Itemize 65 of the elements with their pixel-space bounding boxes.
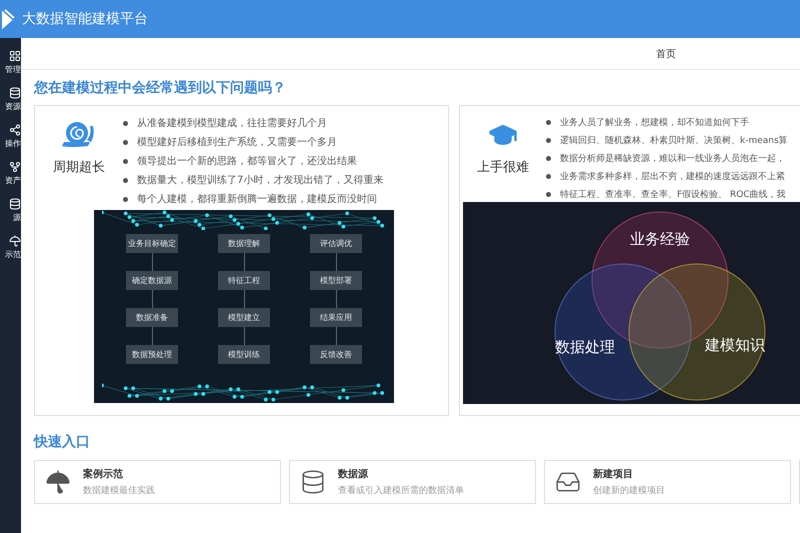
entry-title: 数据源 [338,468,369,481]
problem-text: 业务需求多种多样，层出不穷，建模的速度远远跟不上紧 [560,170,785,183]
quick-entry-card[interactable]: 新建项目 创建新的建模项目 [544,460,791,504]
problem-text: 每个人建模，都得重新倒腾一遍数据，建模反而没时间 [137,192,377,206]
entry-subtitle: 查看或引入建模所需的数据清单 [338,484,464,497]
card-title: 上手很难 [477,159,529,176]
entry-title: 案例示范 [83,467,124,481]
flow-node: 模型建立 [218,308,270,327]
flow-node: 数据准备 [126,308,178,327]
flow-node: 反馈改善 [310,345,362,364]
sidebar-icon [9,198,21,210]
bullet-icon [123,178,128,182]
sidebar-item[interactable]: 管理 [5,50,21,75]
sidebar-item[interactable]: 操作 [5,124,21,149]
sidebar-icon [9,235,21,247]
bullet-icon [546,120,551,125]
flow-node: 结果应用 [310,308,362,327]
bullet-icon [123,140,128,144]
bullet-icon [123,158,128,164]
problem-text: 数据量大，模型训练了7小时，才发现出错了，又得重来 [137,174,384,187]
quick-entry-card[interactable]: 案例示范 数据建模最佳实践 [34,460,281,504]
venn-label: 建模知识 [705,336,765,354]
quick-entry-card[interactable]: 数据源 查看或引入建模所需的数据清单 [289,460,536,504]
problem-text: 领导提出一个新的思路，都等冒火了，还没出结果 [137,154,357,168]
bullet-icon [123,120,128,126]
flow-node: 确定数据源 [126,271,178,290]
section-title: 您在建模过程中会经常遇到以下问题吗？ [32,79,287,98]
problem-text: 业务人员了解业务，想建模，却不知道如何下手 [560,116,749,129]
flow-node: 特征工程 [218,271,270,290]
database-icon [300,469,326,495]
sidebar-icon [9,50,21,62]
flow-node: 数据预处理 [126,345,178,364]
entry-subtitle: 创建新的建模项目 [593,484,665,497]
card-title: 周期超长 [53,159,105,176]
venn-label: 数据处理 [555,338,615,356]
sidebar-item[interactable]: 资产 [5,161,21,186]
entry-subtitle: 数据建模最佳实践 [83,484,155,497]
flow-node: 数据理解 [218,234,270,253]
sidebar-item[interactable]: 资源 [5,87,21,112]
flow-node: 业务目标确定 [126,234,178,253]
venn-label: 业务经验 [630,230,690,248]
problem-text: 特征工程、查准率、查全率、F假设检验、 ROC曲线，我 [560,188,786,201]
sidebar-icon [9,161,21,173]
flow-node: 评估调优 [310,234,362,253]
bullet-icon [546,138,551,143]
problem-text: 从准备建模到模型建成，往往需要好几个月 [137,116,327,130]
problem-text: 数据分析师是稀缺资源，难以和一线业务人员泡在一起， [560,152,785,165]
sidebar-icon [9,87,21,99]
sidebar-icon [9,124,21,136]
entry-title: 新建项目 [593,467,634,481]
bullet-icon [123,196,128,202]
flow-node: 模型训练 [218,345,270,364]
bullet-icon [546,156,551,161]
problem-text: 逻辑回归、随机森林、朴素贝叶斯、决策树、k-means算 [560,134,788,147]
logo-icon [2,8,16,30]
app-title: 大数据智能建模平台 [22,10,148,28]
bullet-icon [546,192,551,197]
sidebar-item[interactable]: 源 [9,198,21,223]
breadcrumb-link[interactable]: 首页 [656,46,676,60]
section-title: 快速入口 [32,433,91,452]
sidebar-item[interactable]: 示范 [5,235,21,260]
problem-text: 模型建好后移植到生产系统，又需要一个多月 [137,136,337,149]
flow-node: 模型部署 [310,271,362,290]
bullet-icon [546,174,551,179]
umbrella-icon [45,469,71,495]
